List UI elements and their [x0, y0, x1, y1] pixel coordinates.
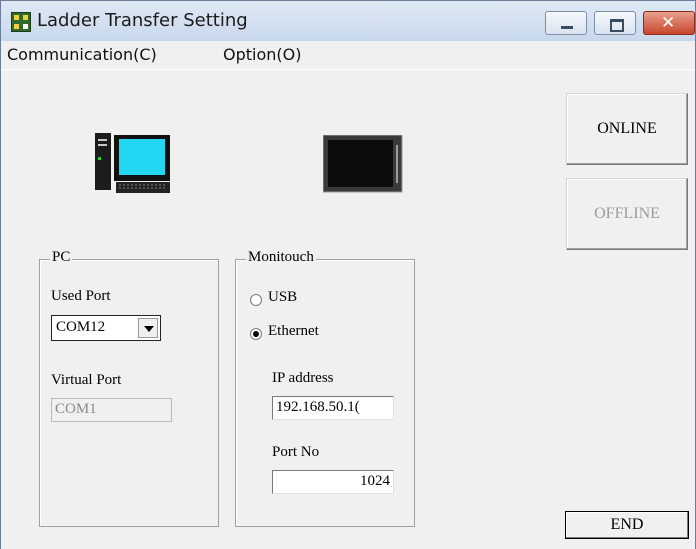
- used-port-value: COM12: [56, 319, 106, 335]
- maximize-button[interactable]: [594, 11, 636, 35]
- port-no-field[interactable]: 1024: [272, 470, 394, 494]
- chevron-down-icon[interactable]: [138, 318, 158, 338]
- used-port-combobox[interactable]: COM12: [51, 315, 161, 341]
- monitouch-groupbox: Monitouch USB Ethernet IP address 192.16…: [235, 249, 415, 527]
- virtual-port-field: COM1: [51, 398, 172, 422]
- pc-group-label: PC: [50, 249, 73, 266]
- pc-groupbox: PC Used Port COM12 Virtual Port COM1: [39, 249, 219, 527]
- pc-computer-icon: [95, 133, 170, 193]
- client-area: PC Used Port COM12 Virtual Port COM1 Mon…: [1, 69, 695, 549]
- online-button[interactable]: ONLINE: [566, 93, 688, 165]
- close-button[interactable]: ✕: [643, 11, 695, 35]
- ladder-transfer-window: Ladder Transfer Setting ✕ Communication(…: [0, 0, 696, 549]
- offline-button[interactable]: OFFLINE: [566, 178, 688, 250]
- menu-bar: Communication(C) Option(O): [1, 41, 695, 69]
- end-button[interactable]: END: [565, 511, 689, 539]
- monitouch-group-label: Monitouch: [246, 249, 316, 266]
- ip-address-label: IP address: [272, 370, 334, 386]
- virtual-port-label: Virtual Port: [51, 372, 122, 388]
- used-port-label: Used Port: [51, 288, 111, 304]
- monitouch-panel-icon: [323, 135, 403, 193]
- usb-label[interactable]: USB: [268, 289, 297, 306]
- usb-radio[interactable]: [250, 294, 262, 306]
- menu-communication[interactable]: Communication(C): [7, 45, 157, 64]
- ethernet-label[interactable]: Ethernet: [268, 323, 319, 340]
- title-bar[interactable]: Ladder Transfer Setting ✕: [1, 1, 695, 41]
- minimize-button[interactable]: [545, 11, 587, 35]
- app-icon: [11, 12, 31, 32]
- window-title: Ladder Transfer Setting: [37, 10, 248, 31]
- ethernet-radio[interactable]: [250, 328, 262, 340]
- port-no-label: Port No: [272, 444, 320, 460]
- close-icon: ✕: [661, 13, 676, 33]
- ip-address-field[interactable]: 192.168.50.1(: [272, 396, 394, 420]
- menu-option[interactable]: Option(O): [223, 45, 301, 64]
